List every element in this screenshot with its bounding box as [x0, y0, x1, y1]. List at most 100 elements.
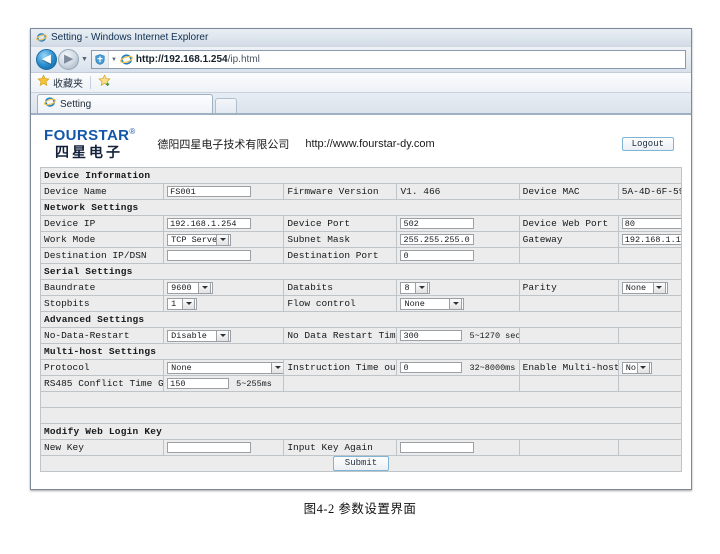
history-dropdown-icon[interactable]: ▼	[81, 56, 88, 63]
label-subnet-mask: Subnet Mask	[284, 232, 397, 248]
cell-work-mode: TCP Server	[164, 232, 284, 248]
table-row: New Key Input Key Again	[41, 440, 681, 456]
registered-trademark-icon: ®	[129, 127, 136, 136]
address-options-icon[interactable]: ▼	[109, 57, 119, 63]
section-header-network-settings: Network Settings	[41, 200, 681, 216]
label-protocol: Protocol	[41, 360, 164, 376]
favorites-button[interactable]: 收藏夹	[37, 73, 83, 92]
settings-page: FOURSTAR® 四星电子 德阳四星电子技术有限公司 http://www.f…	[31, 115, 691, 473]
work-mode-select[interactable]: TCP Server	[167, 233, 232, 246]
page-viewport: FOURSTAR® 四星电子 德阳四星电子技术有限公司 http://www.f…	[31, 114, 691, 489]
logout-button[interactable]: Logout	[621, 136, 674, 151]
add-favorite-star-icon	[98, 73, 111, 92]
empty-cell	[519, 376, 618, 392]
page-favicon-icon	[120, 53, 133, 66]
no-data-restart-select[interactable]: Disable	[167, 329, 232, 342]
protocol-select[interactable]: None	[167, 361, 284, 374]
subnet-mask-input[interactable]: 255.255.255.0	[400, 234, 475, 246]
device-port-input[interactable]: 502	[400, 218, 475, 230]
empty-cell	[519, 248, 618, 264]
table-row: Stopbits 1 Flow control None	[41, 296, 681, 312]
gateway-input[interactable]: 192.168.1.1	[621, 234, 681, 246]
cell-device-port: 502	[397, 216, 519, 232]
section-header-device-information: Device Information	[41, 168, 681, 184]
spacer-cell	[41, 408, 681, 424]
label-databits: Databits	[284, 280, 397, 296]
submit-row: Submit	[41, 456, 681, 472]
cell-protocol: None	[164, 360, 284, 376]
input-key-again-input[interactable]	[400, 442, 475, 454]
table-row: Device Name FS001 Firmware Version V1. 4…	[41, 184, 681, 200]
fourstar-logo: FOURSTAR® 四星电子	[44, 127, 136, 160]
table-row: Device IP 192.168.1.254 Device Port 502 …	[41, 216, 681, 232]
label-new-key: New Key	[41, 440, 164, 456]
table-row: Work Mode TCP Server Subnet Mask 255.255…	[41, 232, 681, 248]
label-input-key-again: Input Key Again	[284, 440, 397, 456]
label-work-mode: Work Mode	[41, 232, 164, 248]
stopbits-select[interactable]: 1	[167, 297, 198, 310]
parity-select[interactable]: None	[621, 281, 668, 294]
instruction-time-out-input[interactable]: 0	[400, 362, 463, 374]
new-key-input[interactable]	[167, 442, 252, 454]
submit-button[interactable]: Submit	[332, 456, 390, 472]
tab-setting[interactable]: Setting	[37, 94, 213, 113]
address-url-path: /ip.html	[227, 54, 260, 65]
cell-databits: 8	[397, 280, 519, 296]
cell-baundrate: 9600	[164, 280, 284, 296]
company-website: http://www.fourstar-dy.com	[305, 137, 435, 150]
address-bar[interactable]: ▼ http://192.168.1.254/ip.html	[90, 50, 686, 69]
cell-device-ip: 192.168.1.254	[164, 216, 284, 232]
cell-subnet-mask: 255.255.255.0	[397, 232, 519, 248]
enable-multihost-select-value: No	[625, 362, 636, 373]
rs485-conflict-time-gap-input[interactable]: 150	[167, 378, 230, 390]
section-row-modify-web-login-key: Modify Web Login Key	[41, 424, 681, 440]
baundrate-select[interactable]: 9600	[167, 281, 214, 294]
cell-instruction-time-out: 0 32~8000ms	[397, 360, 519, 376]
cell-input-key-again	[397, 440, 519, 456]
no-data-restart-time-input[interactable]: 300	[400, 330, 463, 342]
baundrate-select-value: 9600	[171, 282, 192, 293]
browser-window: Setting - Windows Internet Explorer ◀ ▶ …	[30, 28, 692, 490]
cell-device-name: FS001	[164, 184, 284, 200]
empty-cell	[618, 328, 681, 344]
empty-cell	[618, 248, 681, 264]
destination-port-input[interactable]: 0	[400, 250, 475, 262]
databits-select-value: 8	[404, 282, 410, 293]
section-header-serial-settings: Serial Settings	[41, 264, 681, 280]
page-header: FOURSTAR® 四星电子 德阳四星电子技术有限公司 http://www.f…	[40, 125, 682, 167]
device-ip-input[interactable]: 192.168.1.254	[167, 218, 252, 230]
device-name-input[interactable]: FS001	[167, 186, 252, 198]
label-baundrate: Baundrate	[41, 280, 164, 296]
table-row: Baundrate 9600 Databits 8 Parity None	[41, 280, 681, 296]
destination-ip-dsn-input[interactable]	[167, 250, 252, 262]
chevron-down-icon	[415, 282, 429, 293]
new-tab-icon[interactable]	[215, 98, 237, 113]
enable-multihost-select[interactable]: No	[621, 361, 652, 374]
label-parity: Parity	[519, 280, 618, 296]
empty-cell	[519, 296, 618, 312]
label-device-mac: Device MAC	[519, 184, 618, 200]
window-title: Setting - Windows Internet Explorer	[51, 32, 209, 43]
cell-submit: Submit	[41, 456, 681, 472]
hint-instruction-time-out: 32~8000ms	[469, 362, 516, 373]
databits-select[interactable]: 8	[400, 281, 431, 294]
label-flow-control: Flow control	[284, 296, 397, 312]
cell-destination-ip-dsn	[164, 248, 284, 264]
table-row: Protocol None Instruction Time out 0 32~8…	[41, 360, 681, 376]
cell-new-key	[164, 440, 284, 456]
chevron-down-icon	[182, 298, 196, 309]
add-favorite-button[interactable]	[98, 73, 111, 92]
label-device-web-port: Device Web Port	[519, 216, 618, 232]
browser-navbar: ◀ ▶ ▼ ▼ http://192.168.1.254/ip.html	[31, 47, 691, 73]
back-arrow-icon[interactable]: ◀	[36, 49, 57, 70]
chevron-down-icon	[271, 362, 284, 373]
forward-arrow-icon[interactable]: ▶	[58, 49, 79, 70]
cell-enable-multihost: No	[618, 360, 681, 376]
device-web-port-input[interactable]: 80	[621, 218, 681, 230]
security-shield-icon	[91, 51, 109, 68]
chevron-down-icon	[449, 298, 463, 309]
chevron-down-icon	[636, 362, 650, 373]
label-destination-port: Destination Port	[284, 248, 397, 264]
label-destination-ip-dsn: Destination IP/DSN	[41, 248, 164, 264]
flow-control-select[interactable]: None	[400, 297, 465, 310]
